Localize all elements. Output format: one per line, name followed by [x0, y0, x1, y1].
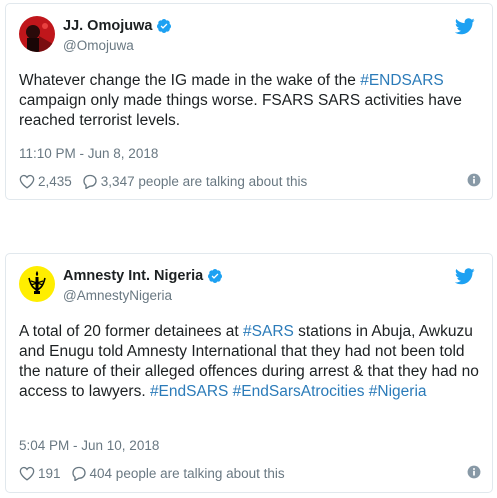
handle[interactable]: @AmnestyNigeria [63, 288, 223, 303]
handle[interactable]: @Omojuwa [63, 38, 172, 53]
amnesty-candle-logo [19, 266, 55, 302]
tweet-header: Amnesty Int. Nigeria @AmnestyNigeria [19, 266, 479, 310]
info-icon[interactable] [467, 173, 481, 187]
heart-icon [19, 466, 35, 481]
tweet-text: A total of 20 former detainees at #SARS … [19, 322, 489, 402]
hashtag-link[interactable]: #EndSARS [150, 383, 228, 400]
replies-text: 3,347 people are talking about this [100, 173, 308, 189]
timestamp[interactable]: 5:04 PM - Jun 10, 2018 [19, 438, 159, 453]
tweet-actions: 2,435 3,347 people are talking about thi… [19, 171, 481, 191]
twitter-bird-icon[interactable] [455, 18, 475, 35]
reply-button[interactable]: 404 people are talking about this [71, 466, 285, 481]
like-count: 2,435 [38, 173, 72, 189]
verified-badge-icon [208, 269, 223, 283]
hashtag-link[interactable]: #SARS [243, 323, 294, 340]
hashtag-link[interactable]: #ENDSARS [360, 72, 444, 89]
hashtag-link[interactable]: #Nigeria [369, 383, 427, 400]
verified-badge-icon [157, 19, 172, 33]
avatar[interactable] [19, 266, 55, 302]
text-segment: Whatever change the IG made in the wake … [19, 72, 361, 89]
display-name-text[interactable]: JJ. Omojuwa [63, 18, 152, 34]
avatar[interactable] [19, 16, 55, 52]
tweet-header: JJ. Omojuwa @Omojuwa [19, 16, 479, 60]
display-name-text[interactable]: Amnesty Int. Nigeria [63, 268, 203, 284]
info-icon[interactable] [467, 465, 481, 479]
like-button[interactable]: 191 [19, 466, 61, 481]
reply-button[interactable]: 3,347 people are talking about this [82, 174, 307, 189]
display-name[interactable]: JJ. Omojuwa [63, 18, 172, 34]
twitter-bird-icon[interactable] [455, 268, 475, 285]
replies-text: 404 people are talking about this [89, 465, 285, 481]
heart-icon [19, 174, 35, 189]
timestamp[interactable]: 11:10 PM - Jun 8, 2018 [19, 146, 158, 161]
tweet-card[interactable]: JJ. Omojuwa @Omojuwa Whatever change the… [5, 3, 493, 200]
tweet-text: Whatever change the IG made in the wake … [19, 71, 489, 131]
hashtag-link[interactable]: #EndSarsAtrocities [233, 383, 365, 400]
speech-bubble-icon [83, 174, 97, 189]
speech-bubble-icon [71, 466, 86, 481]
text-segment: A total of 20 former detainees at [19, 323, 244, 340]
tweet-card[interactable]: Amnesty Int. Nigeria @AmnestyNigeria A t… [5, 253, 493, 493]
like-count: 191 [38, 465, 61, 481]
tweet-actions: 191 404 people are talking about this [19, 463, 481, 483]
display-name[interactable]: Amnesty Int. Nigeria [63, 268, 223, 284]
text-segment: campaign only made things worse. FSARS S… [19, 92, 462, 129]
like-button[interactable]: 2,435 [19, 174, 72, 189]
